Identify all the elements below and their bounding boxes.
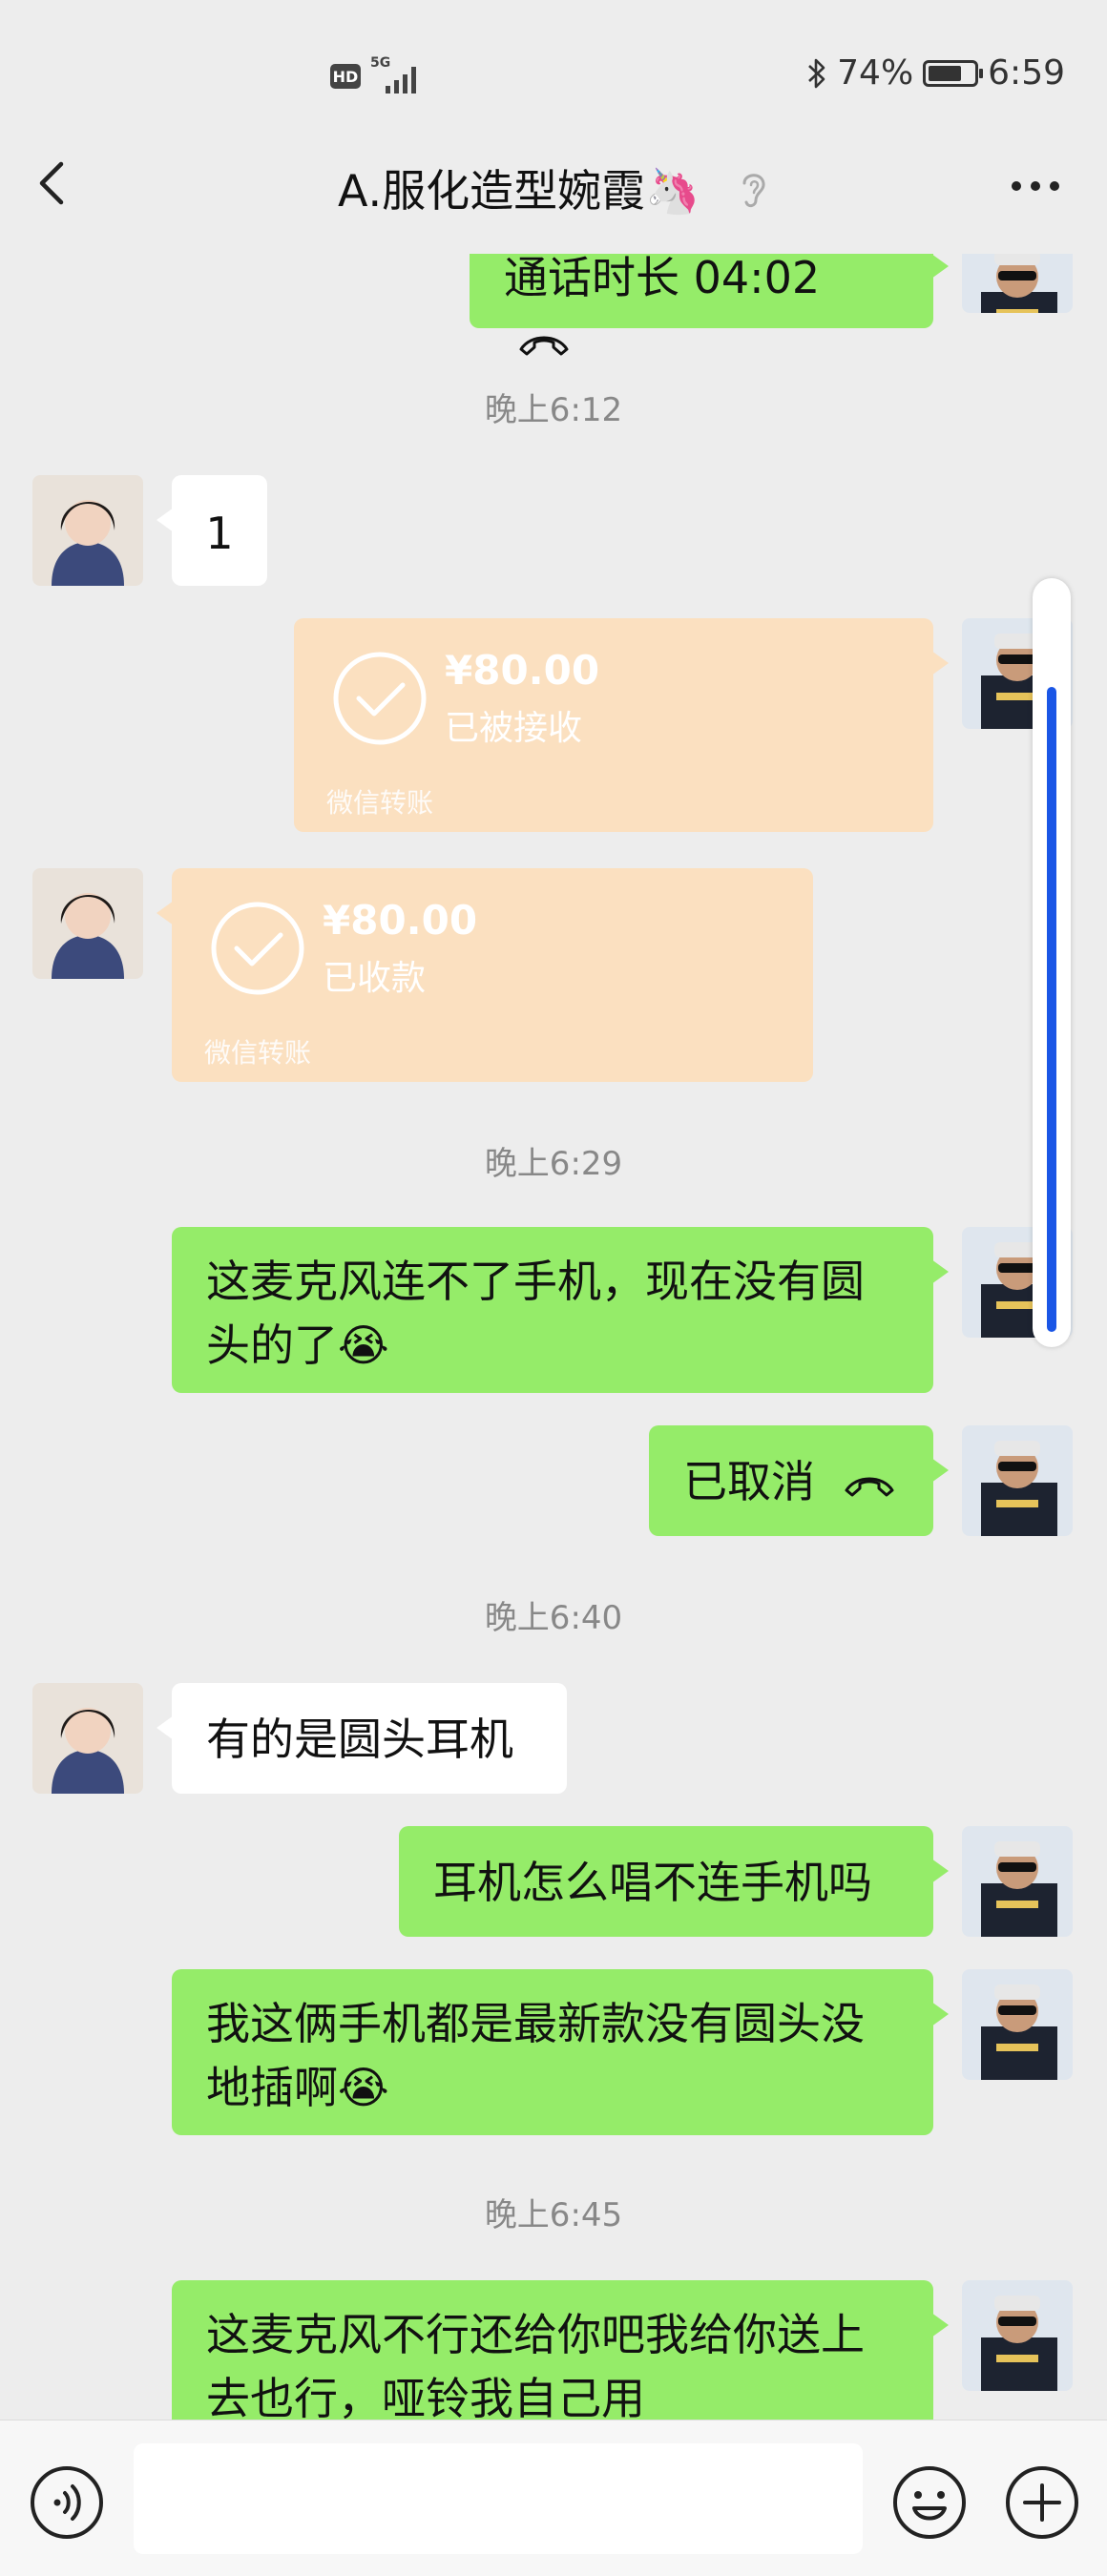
- message-text: 耳机怎么唱不连手机吗: [433, 1857, 872, 1908]
- message-list[interactable]: 通话时长 04:02 晚上6:12 1 ¥80.00 已被接收 微信转账 ¥80…: [0, 254, 1107, 2420]
- my-avatar[interactable]: [962, 1969, 1073, 2080]
- signal-icon: 5G: [370, 55, 424, 95]
- transfer-amount: ¥80.00: [323, 897, 478, 944]
- scrollbar-thumb[interactable]: [1047, 687, 1056, 1332]
- more-button[interactable]: [1012, 172, 1069, 200]
- contact-avatar[interactable]: [32, 1683, 143, 1794]
- incoming-message[interactable]: 有的是圆头耳机: [157, 1683, 567, 1794]
- status-left: HD 5G: [330, 55, 424, 95]
- battery-icon: [923, 59, 984, 87]
- more-icon: [1012, 181, 1021, 191]
- check-circle-icon: [333, 652, 427, 745]
- my-avatar[interactable]: [962, 1425, 1073, 1536]
- my-avatar[interactable]: [962, 254, 1073, 313]
- ear-icon: [737, 168, 769, 220]
- my-avatar[interactable]: [962, 2280, 1073, 2391]
- transfer-card-received[interactable]: ¥80.00 已收款 微信转账: [157, 868, 813, 1082]
- call-cancelled-bubble[interactable]: 已取消: [649, 1425, 949, 1536]
- contact-name: ꓮ.服化造型婉霞🦄: [338, 165, 700, 217]
- timestamp: 晚上6:29: [484, 1145, 623, 1183]
- voice-button[interactable]: [29, 2464, 105, 2541]
- hangup-phone-icon: [519, 336, 569, 356]
- call-duration-text: 通话时长 04:02: [504, 254, 821, 303]
- voice-icon: [31, 2466, 103, 2539]
- transfer-amount: ¥80.00: [445, 647, 600, 694]
- timestamp: 晚上6:12: [484, 391, 623, 429]
- contact-avatar[interactable]: [32, 475, 143, 586]
- emoji-button[interactable]: [891, 2464, 968, 2541]
- transfer-card-sent[interactable]: ¥80.00 已被接收 微信转账: [294, 618, 949, 832]
- outgoing-message[interactable]: 耳机怎么唱不连手机吗: [399, 1826, 949, 1937]
- chat-screen: HD 5G 74% 6:59 ꓮ.服化造型婉霞🦄 通话时长 04:02 晚上6:…: [0, 0, 1107, 2576]
- clock: 6:59: [988, 53, 1065, 93]
- message-text: 这麦克风不行还给你吧我给你送上去也行，哑铃我自己用: [206, 2309, 865, 2420]
- outgoing-message[interactable]: 这麦克风连不了手机，现在没有圆头的了😭: [172, 1227, 949, 1393]
- call-record-bubble[interactable]: 通话时长 04:02: [470, 254, 949, 356]
- call-status-text: 已取消: [683, 1456, 815, 1507]
- hd-badge: HD: [330, 64, 361, 89]
- contact-avatar[interactable]: [32, 868, 143, 979]
- title-bar: ꓮ.服化造型婉霞🦄: [0, 114, 1107, 252]
- chat-title: ꓮ.服化造型婉霞🦄: [0, 156, 1107, 220]
- outgoing-message[interactable]: 我这俩手机都是最新款没有圆头没地插啊😭: [172, 1969, 949, 2135]
- scrollbar[interactable]: [1033, 578, 1071, 1347]
- outgoing-message[interactable]: 这麦克风不行还给你吧我给你送上去也行，哑铃我自己用: [172, 2280, 949, 2420]
- plus-circle-icon: [1006, 2466, 1078, 2539]
- my-avatar[interactable]: [962, 1826, 1073, 1937]
- bluetooth-icon: [808, 58, 825, 88]
- emoji-icon: [893, 2466, 966, 2539]
- more-functions-button[interactable]: [1004, 2464, 1080, 2541]
- status-right: 74% 6:59: [806, 53, 1065, 93]
- message-text: 有的是圆头耳机: [206, 1714, 513, 1765]
- message-text: 这麦克风连不了手机，现在没有圆头的了😭: [206, 1256, 865, 1371]
- transfer-label: 微信转账: [204, 1037, 312, 1069]
- message-text: 1: [205, 508, 234, 559]
- transfer-label: 微信转账: [326, 787, 434, 819]
- transfer-status: 已被接收: [445, 709, 583, 748]
- transfer-status: 已收款: [323, 959, 427, 998]
- message-text: 我这俩手机都是最新款没有圆头没地插啊😭: [206, 1998, 865, 2113]
- input-bar: [0, 2420, 1107, 2576]
- timestamp: 晚上6:40: [484, 1599, 623, 1637]
- hangup-phone-icon: [845, 1477, 894, 1496]
- message-input[interactable]: [134, 2443, 863, 2554]
- battery-percent: 74%: [837, 53, 914, 93]
- timestamp: 晚上6:45: [484, 2196, 623, 2234]
- check-circle-icon: [211, 902, 304, 995]
- incoming-message[interactable]: 1: [157, 475, 267, 586]
